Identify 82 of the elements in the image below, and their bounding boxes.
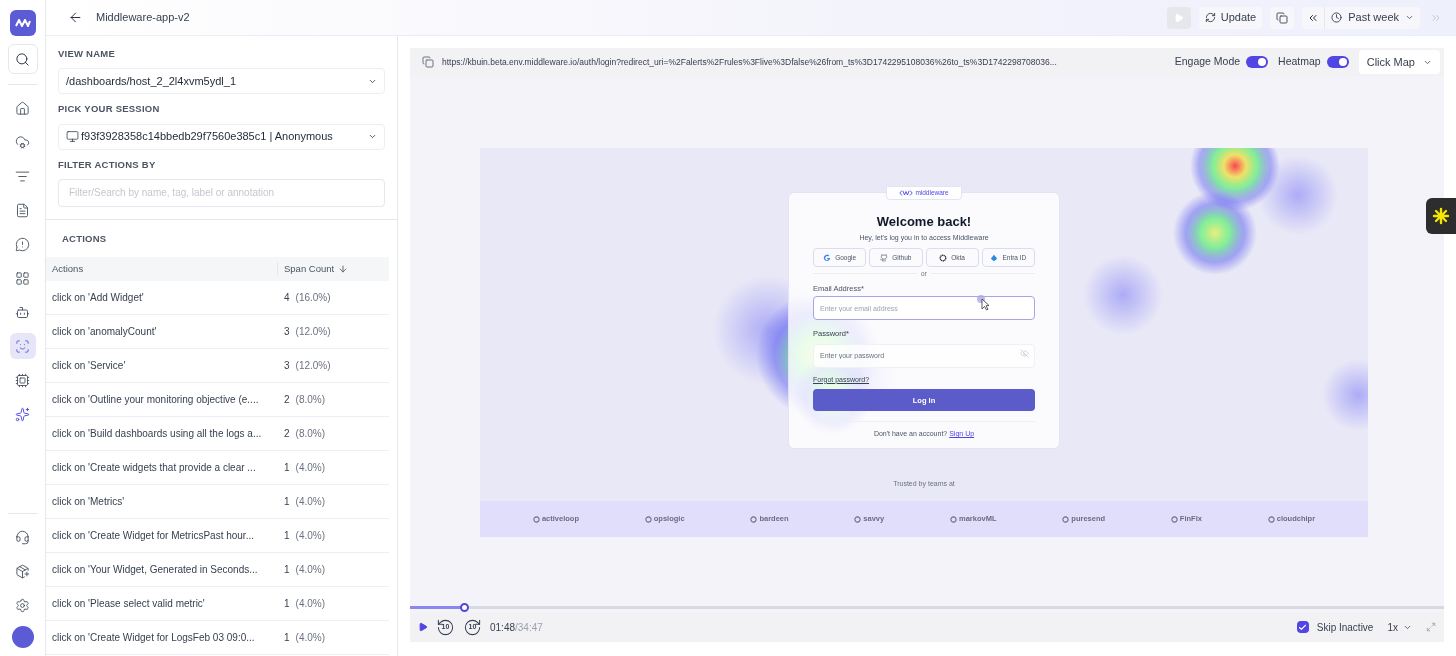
table-cell-text: click on 'Your Widget, Generated in Seconds... (51, 563, 259, 577)
play-button[interactable] (418, 622, 428, 632)
okta-icon (939, 253, 948, 262)
table-cell-text: 1 (4.0%) (283, 563, 325, 577)
table-cell-text: click on 'anomalyCount' (51, 325, 158, 339)
section-title: ACTIONS (61, 231, 108, 246)
table-row[interactable]: click on 'Your Widget, Generated in Seconds... 1 (4.0%) (46, 553, 389, 587)
playback-time: 01:48/34:47 (490, 620, 543, 635)
check-icon (1298, 622, 1308, 632)
table-cell-text: click on 'Add Widget' (51, 291, 145, 305)
time-range-dropdown[interactable]: Past week (1324, 6, 1420, 29)
table-cell-text: 2 (8.0%) (283, 393, 325, 407)
table-row[interactable]: click on 'Create Widget for MetricsPast hour... 1 (4.0%) (46, 519, 389, 553)
table-cell-text: 2 (8.0%) (283, 427, 325, 441)
table-row[interactable]: click on 'Create widgets that provide a clear ... 1 (4.0%) (46, 451, 389, 485)
column-header[interactable]: Span Count (277, 261, 349, 277)
monitor-icon (66, 130, 79, 143)
url-text: https://kbuin.beta.env.middleware.io/auth/login?redirect_uri=%2Falerts%2Frules%3Flive%3Dfalse%26from_ts%3D1742295108036%26to_ts%3D1742298708036... (442, 55, 1057, 69)
avatar[interactable] (11, 626, 34, 648)
table-cell-text: 1 (4.0%) (283, 631, 325, 645)
chevron-down-icon (368, 132, 377, 141)
play-icon (1173, 12, 1184, 23)
table-cell-text: click on 'Please select valid metric' (51, 597, 206, 611)
table-row[interactable]: click on 'Service' 3 (12.0%) (46, 349, 389, 383)
chevron-down-icon (1405, 13, 1414, 22)
table-row[interactable]: click on 'Build dashboards using all the logs a... 2 (8.0%) (46, 417, 389, 451)
table-cell-text: click on 'Metrics' (51, 495, 126, 509)
table-row[interactable]: click on 'Please select valid metric' 1 (4.0%) (46, 587, 389, 621)
table-cell-text: click on 'Service' (51, 359, 127, 373)
heatmap-blob (1322, 359, 1368, 431)
sort-icon (338, 264, 349, 274)
table-cell-text: click on 'Create widgets that provide a clear ... (51, 461, 257, 475)
app-title: Middleware-app-v2 (96, 10, 190, 26)
table-row[interactable]: click on 'Outline your monitoring objective (e.... 2 (8.0%) (46, 383, 389, 417)
app-logo[interactable] (9, 10, 36, 36)
column-header: Actions (51, 261, 85, 276)
table-cell-text: 3 (12.0%) (283, 325, 331, 339)
speed-dropdown[interactable]: 1x (1387, 619, 1412, 635)
toggle-switch[interactable] (1246, 56, 1269, 68)
field-label: PICK YOUR SESSION (58, 102, 161, 117)
back-arrow-icon (67, 10, 83, 25)
login-title: Welcome back! (876, 213, 972, 231)
table-cell-text: 1 (4.0%) (283, 529, 325, 543)
table-cell-text: 1 (4.0%) (283, 461, 325, 475)
search-icon[interactable] (7, 44, 38, 74)
table-cell-text: click on 'Create Widget for LogsFeb 03 09:0... (51, 631, 256, 645)
session-replay-icon[interactable] (9, 333, 36, 359)
play-icon (418, 622, 428, 632)
toggle-switch[interactable] (1326, 56, 1349, 68)
refresh-icon (1204, 12, 1216, 23)
field-label: VIEW NAME (58, 47, 117, 61)
floating-widget-button[interactable] (1426, 198, 1456, 234)
github-icon (880, 253, 889, 262)
checkbox-label: Skip Inactive (1316, 620, 1374, 635)
update-button[interactable]: Update (1198, 6, 1263, 29)
asterisk-icon (1432, 207, 1450, 225)
cursor-icon (977, 295, 991, 311)
clock-icon (1331, 12, 1343, 23)
copy-icon[interactable] (422, 56, 434, 68)
table-row[interactable]: click on 'Add Widget' 4 (16.0%) (46, 281, 389, 315)
map-mode-dropdown[interactable]: Click Map (1358, 50, 1440, 74)
table-cell-text: 1 (4.0%) (283, 495, 325, 509)
copy-button[interactable] (1270, 6, 1295, 29)
table-row[interactable]: click on 'Metrics' 1 (4.0%) (46, 485, 389, 519)
table-row[interactable]: click on 'Create Widget for LogsFeb 03 09:0... 1 (4.0%) (46, 621, 389, 655)
table-row[interactable]: click on 'anomalyCount' 3 (12.0%) (46, 315, 389, 349)
google-icon (823, 253, 832, 262)
entra-icon (990, 253, 999, 262)
table-cell-text: 4 (16.0%) (283, 291, 331, 305)
view-name-dropdown[interactable]: /dashboards/host_2_2l4xvm5ydl_1 (58, 68, 385, 95)
toggle-label: Heatmap (1278, 54, 1321, 70)
logo-mark-icon (14, 19, 31, 27)
table-cell-text: click on 'Build dashboards using all the logs a... (51, 427, 263, 441)
table-cell-text: click on 'Create Widget for MetricsPast hour... (51, 529, 255, 543)
session-dropdown[interactable]: f93f3928358c14bbedb29f7560e385c1 | Anonymous (58, 123, 385, 150)
table-cell-text: click on 'Outline your monitoring objective (e.... (51, 393, 260, 407)
copy-icon (1276, 11, 1289, 24)
table-cell-text: 3 (12.0%) (283, 359, 331, 373)
toggle-label: Engage Mode (1174, 54, 1241, 70)
table-cell-text: 1 (4.0%) (283, 597, 325, 611)
expand-icon (1426, 622, 1436, 632)
field-label: FILTER ACTIONS BY (58, 157, 157, 172)
